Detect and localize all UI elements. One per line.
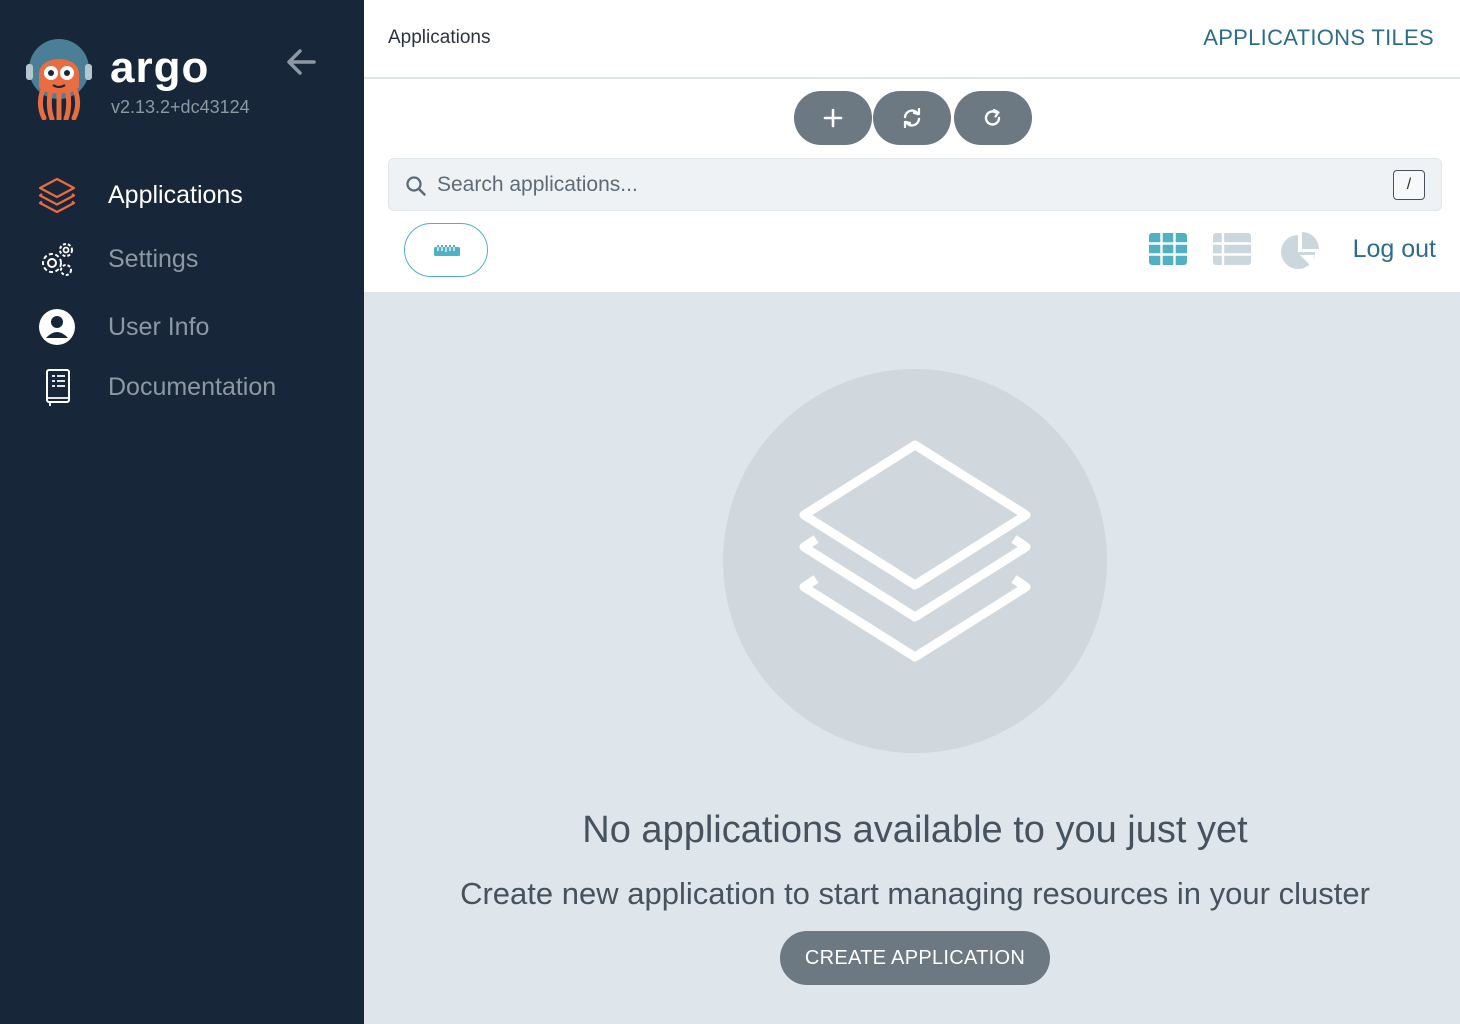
arrow-left-icon <box>287 49 316 75</box>
tiles-view-button[interactable] <box>1148 231 1192 271</box>
ruler-icon <box>434 245 460 256</box>
user-circle-icon <box>39 309 75 345</box>
gears-icon <box>42 243 73 276</box>
page-title: APPLICATIONS TILES <box>1203 25 1434 50</box>
sidebar: argo v2.13.2+dc43124 Applications Settin… <box>0 0 364 1024</box>
argo-logo[interactable] <box>26 38 92 122</box>
list-icon <box>1213 233 1251 265</box>
collapse-sidebar-button[interactable] <box>282 44 322 80</box>
search-bar: / <box>388 158 1442 211</box>
brand-name: argo <box>110 43 210 92</box>
top-bar: Applications APPLICATIONS TILES <box>364 0 1460 78</box>
version-label: v2.13.2+dc43124 <box>111 97 250 117</box>
empty-state-illustration <box>723 369 1107 753</box>
search-input[interactable] <box>437 169 1377 201</box>
layers-icon <box>38 177 76 214</box>
list-view-button[interactable] <box>1212 231 1256 271</box>
sidebar-item-label: User Info <box>108 313 210 341</box>
create-application-button[interactable]: CREATE APPLICATION <box>780 931 1050 985</box>
pie-chart-icon <box>1281 232 1319 269</box>
logout-link[interactable]: Log out <box>1353 234 1436 264</box>
refresh-apps-button[interactable] <box>954 91 1032 145</box>
sidebar-item-label: Documentation <box>108 373 277 401</box>
plus-icon <box>823 108 843 128</box>
breadcrumb[interactable]: Applications <box>388 26 490 50</box>
sync-apps-button[interactable] <box>873 91 951 145</box>
empty-state-subtitle: Create new application to start managing… <box>460 876 1370 911</box>
refresh-icon <box>984 108 1001 126</box>
toolbar: / Log out <box>364 79 1460 292</box>
summary-view-button[interactable] <box>1278 231 1322 271</box>
layers-icon <box>799 440 1031 662</box>
new-app-button[interactable] <box>794 91 872 145</box>
filters-toggle-button[interactable] <box>404 223 488 277</box>
search-icon <box>406 176 426 196</box>
tiles-icon <box>1149 233 1187 265</box>
sidebar-item-settings[interactable]: Settings <box>0 230 364 286</box>
sidebar-item-documentation[interactable]: Documentation <box>0 358 364 414</box>
sidebar-item-label: Applications <box>108 181 243 209</box>
sync-icon <box>903 108 921 128</box>
empty-state-title: No applications available to you just ye… <box>582 809 1248 851</box>
sidebar-item-applications[interactable]: Applications <box>0 166 364 222</box>
book-icon <box>46 369 70 406</box>
sidebar-item-label: Settings <box>108 245 199 273</box>
search-shortcut-key: / <box>1393 170 1425 200</box>
sidebar-item-user-info[interactable]: User Info <box>0 298 364 354</box>
